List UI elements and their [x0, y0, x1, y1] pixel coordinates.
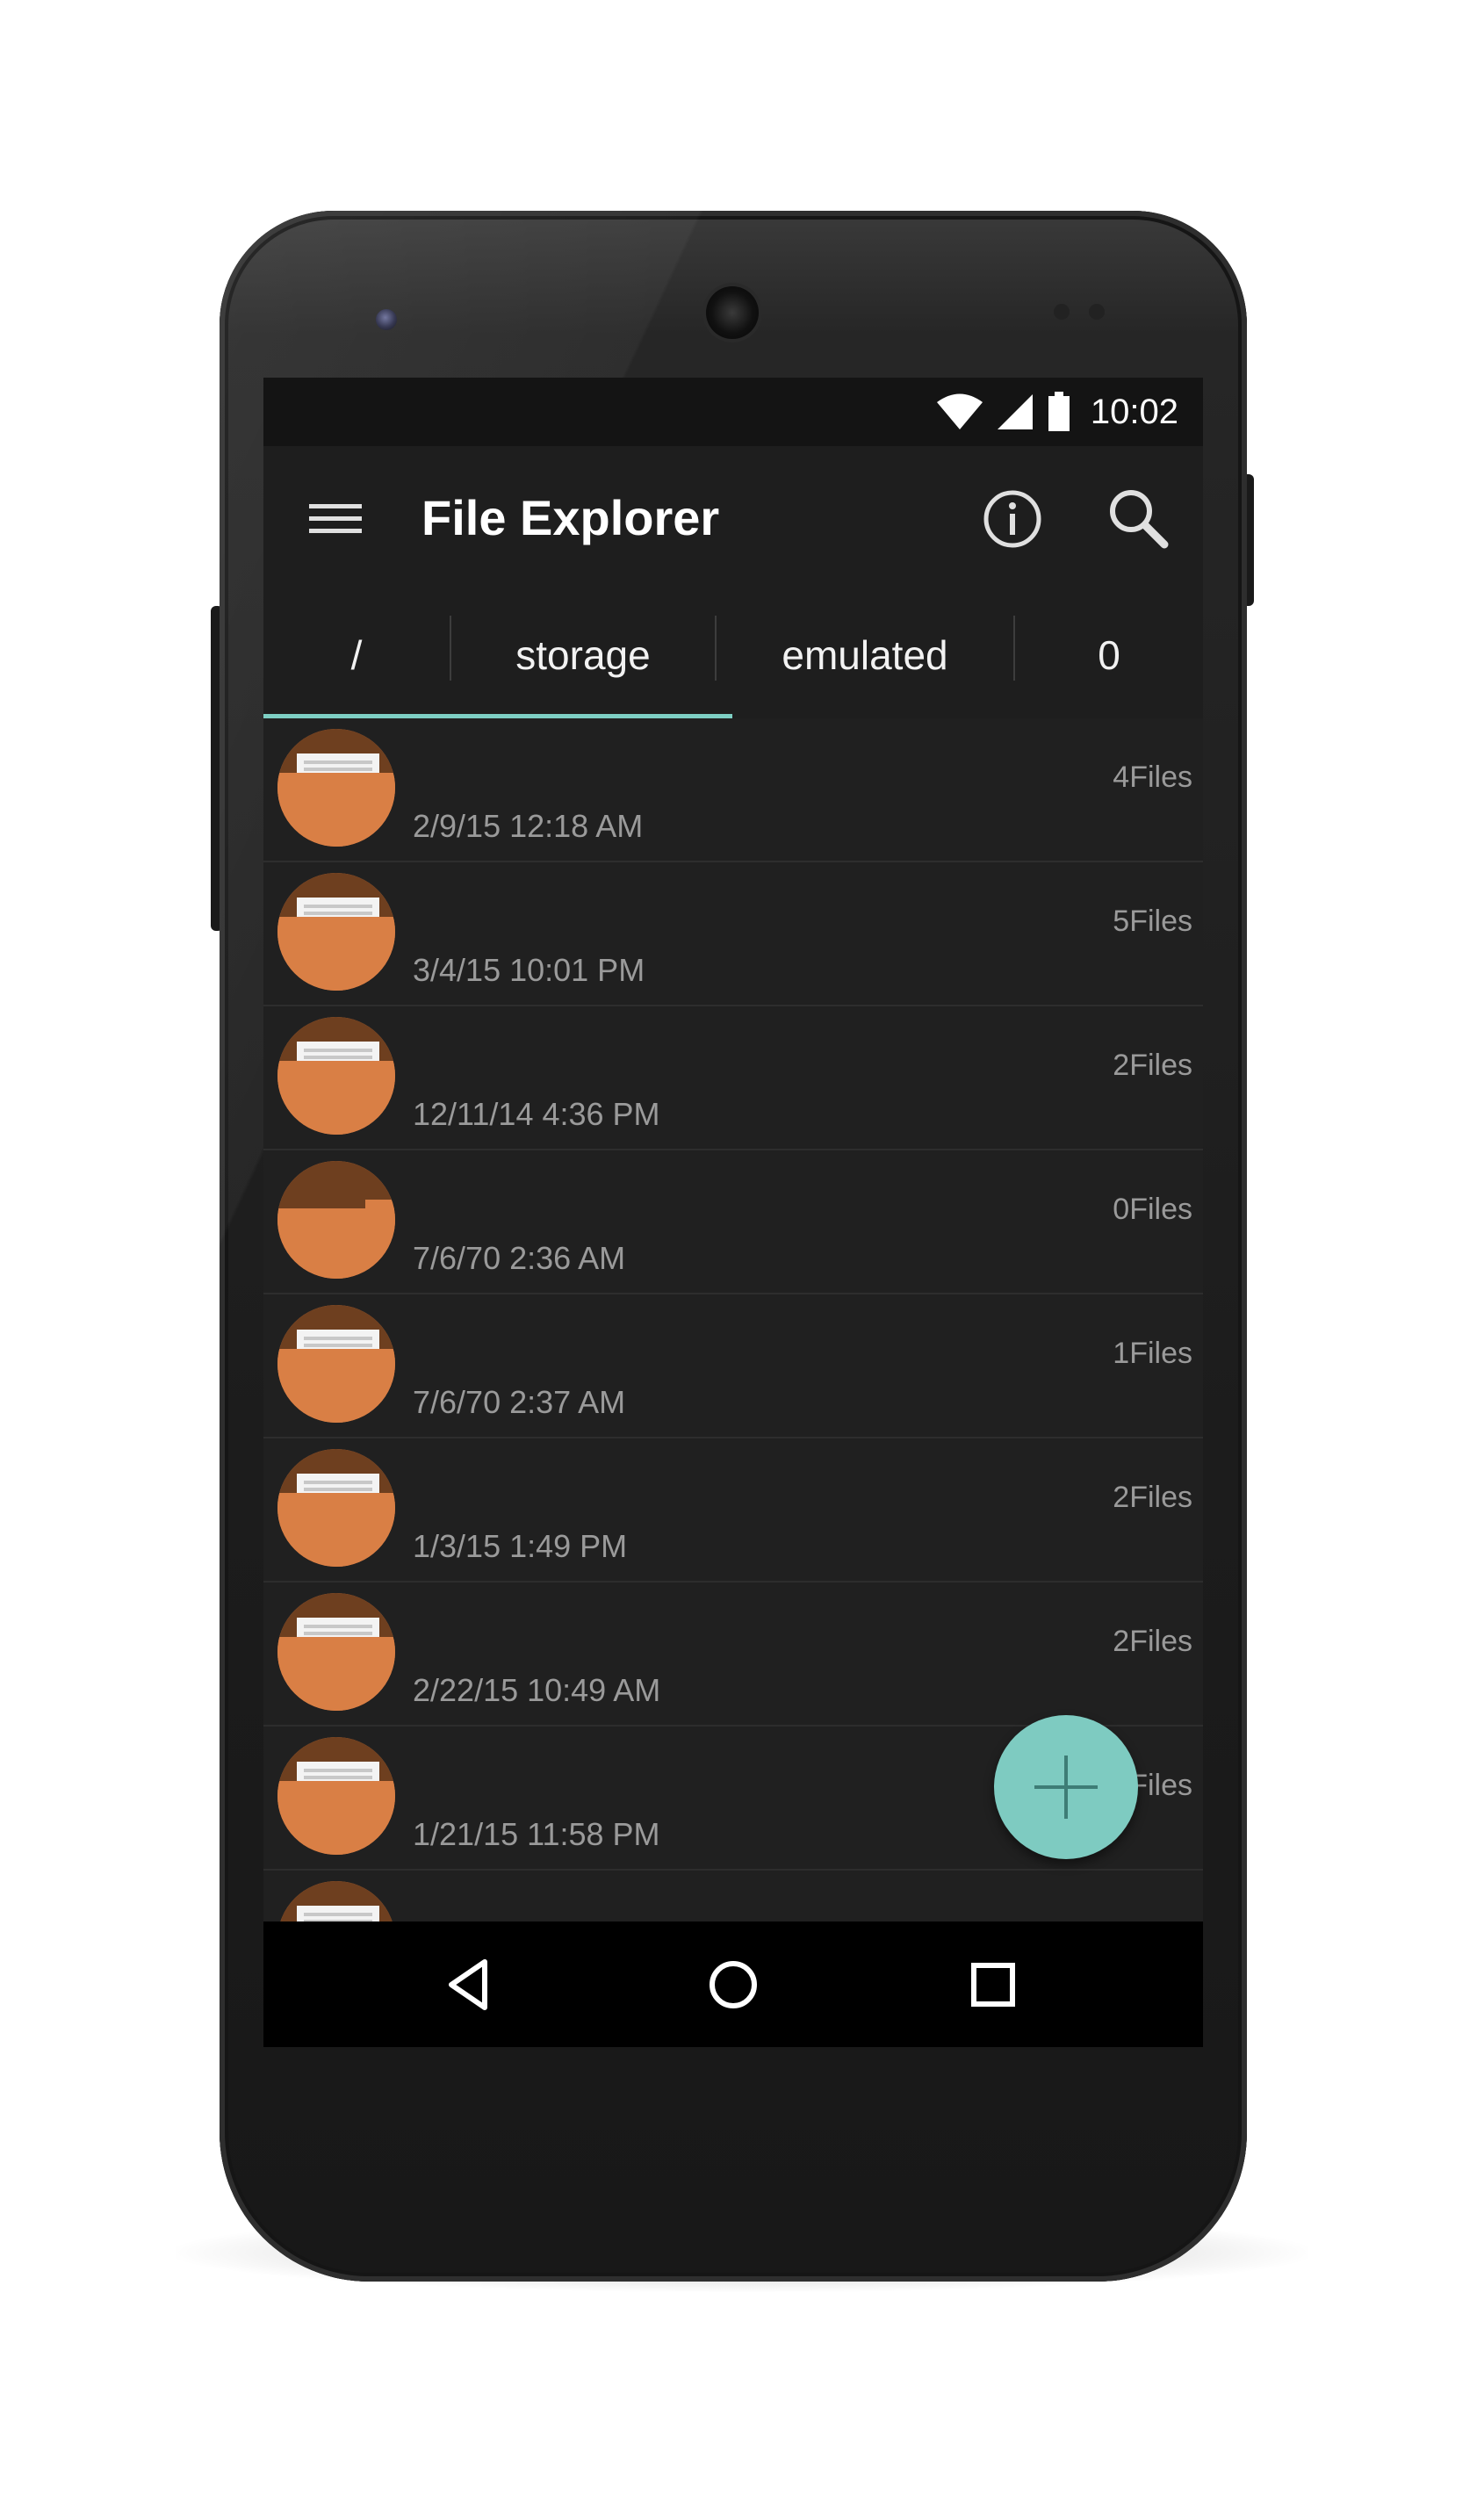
breadcrumb-tab-emulated[interactable]: emulated	[717, 591, 1013, 718]
proximity-sensor	[1054, 304, 1070, 320]
light-sensor	[1089, 304, 1105, 320]
list-item[interactable]: 7/6/70 2:37 AM 1Files	[263, 1294, 1203, 1438]
folder-icon	[277, 1593, 395, 1711]
status-bar: 10:02	[263, 378, 1203, 446]
menu-icon[interactable]	[309, 492, 362, 544]
clock: 10:02	[1090, 392, 1178, 431]
folder-icon	[277, 1881, 395, 1921]
folder-icon	[277, 1305, 395, 1423]
search-icon[interactable]	[1106, 487, 1170, 550]
file-date: 1/21/15 11:58 PM	[413, 1816, 660, 1852]
app-bar: File Explorer	[263, 446, 1203, 591]
folder-icon	[277, 873, 395, 991]
breadcrumb-tab-label: storage	[515, 631, 651, 678]
breadcrumb-tab-0[interactable]: 0	[1015, 591, 1203, 718]
list-item[interactable]: 3/4/15 10:01 PM 5Files	[263, 862, 1203, 1006]
list-item[interactable]: 2/22/15 10:49 AM 2Files	[263, 1583, 1203, 1727]
file-count: 5Files	[1113, 905, 1192, 938]
file-date: 7/6/70 2:37 AM	[413, 1384, 626, 1420]
breadcrumb-tab-storage[interactable]: storage	[451, 591, 715, 718]
list-item[interactable]: 12/11/14 4:36 PM 2Files	[263, 1006, 1203, 1150]
recents-icon[interactable]	[962, 1953, 1025, 2016]
file-date: 2/22/15 10:49 AM	[413, 1672, 661, 1708]
breadcrumb-tab-label: /	[350, 631, 363, 678]
file-count: 0Files	[1113, 1193, 1192, 1226]
list-item[interactable]: 2/9/15 12:18 AM 4Files	[263, 718, 1203, 862]
add-button[interactable]	[994, 1715, 1138, 1859]
breadcrumb-tab-label: emulated	[782, 631, 948, 678]
breadcrumb-tab-label: 0	[1098, 631, 1120, 678]
cell-signal-icon	[997, 394, 1033, 429]
folder-icon	[277, 1449, 395, 1567]
front-camera	[376, 309, 397, 330]
file-count: 2Files	[1113, 1481, 1192, 1514]
file-count: Files	[1129, 1769, 1192, 1802]
system-nav-bar	[263, 1921, 1203, 2047]
app-title: File Explorer	[421, 490, 720, 545]
home-icon[interactable]	[702, 1953, 765, 2016]
list-item[interactable]: 1/3/15 1:49 PM 2Files	[263, 1438, 1203, 1583]
empty-folder-icon	[277, 1161, 395, 1279]
screen: 10:02 File Explorer / storage emulated 0…	[263, 378, 1203, 2047]
list-item[interactable]	[263, 1871, 1203, 1921]
file-date: 2/9/15 12:18 AM	[413, 808, 644, 844]
wifi-icon	[936, 393, 983, 429]
earpiece-speaker	[706, 286, 759, 339]
breadcrumb-tab-root[interactable]: /	[263, 591, 450, 718]
list-item[interactable]: 7/6/70 2:36 AM 0Files	[263, 1150, 1203, 1294]
status-icons: 10:02	[936, 390, 1178, 434]
folder-icon	[277, 729, 395, 847]
file-count: 1Files	[1113, 1337, 1192, 1370]
battery-icon	[1048, 392, 1070, 431]
info-icon[interactable]	[982, 488, 1043, 550]
file-date: 7/6/70 2:36 AM	[413, 1240, 626, 1276]
file-date: 3/4/15 10:01 PM	[413, 952, 645, 988]
file-count: 2Files	[1113, 1049, 1192, 1082]
plus-icon	[1034, 1756, 1098, 1819]
back-icon[interactable]	[439, 1953, 502, 2016]
file-count: 4Files	[1113, 761, 1192, 794]
breadcrumb: / storage emulated 0	[263, 591, 1203, 718]
file-date: 12/11/14 4:36 PM	[413, 1096, 660, 1132]
file-date: 1/3/15 1:49 PM	[413, 1528, 628, 1564]
folder-icon	[277, 1737, 395, 1855]
file-count: 2Files	[1113, 1625, 1192, 1658]
folder-icon	[277, 1017, 395, 1135]
